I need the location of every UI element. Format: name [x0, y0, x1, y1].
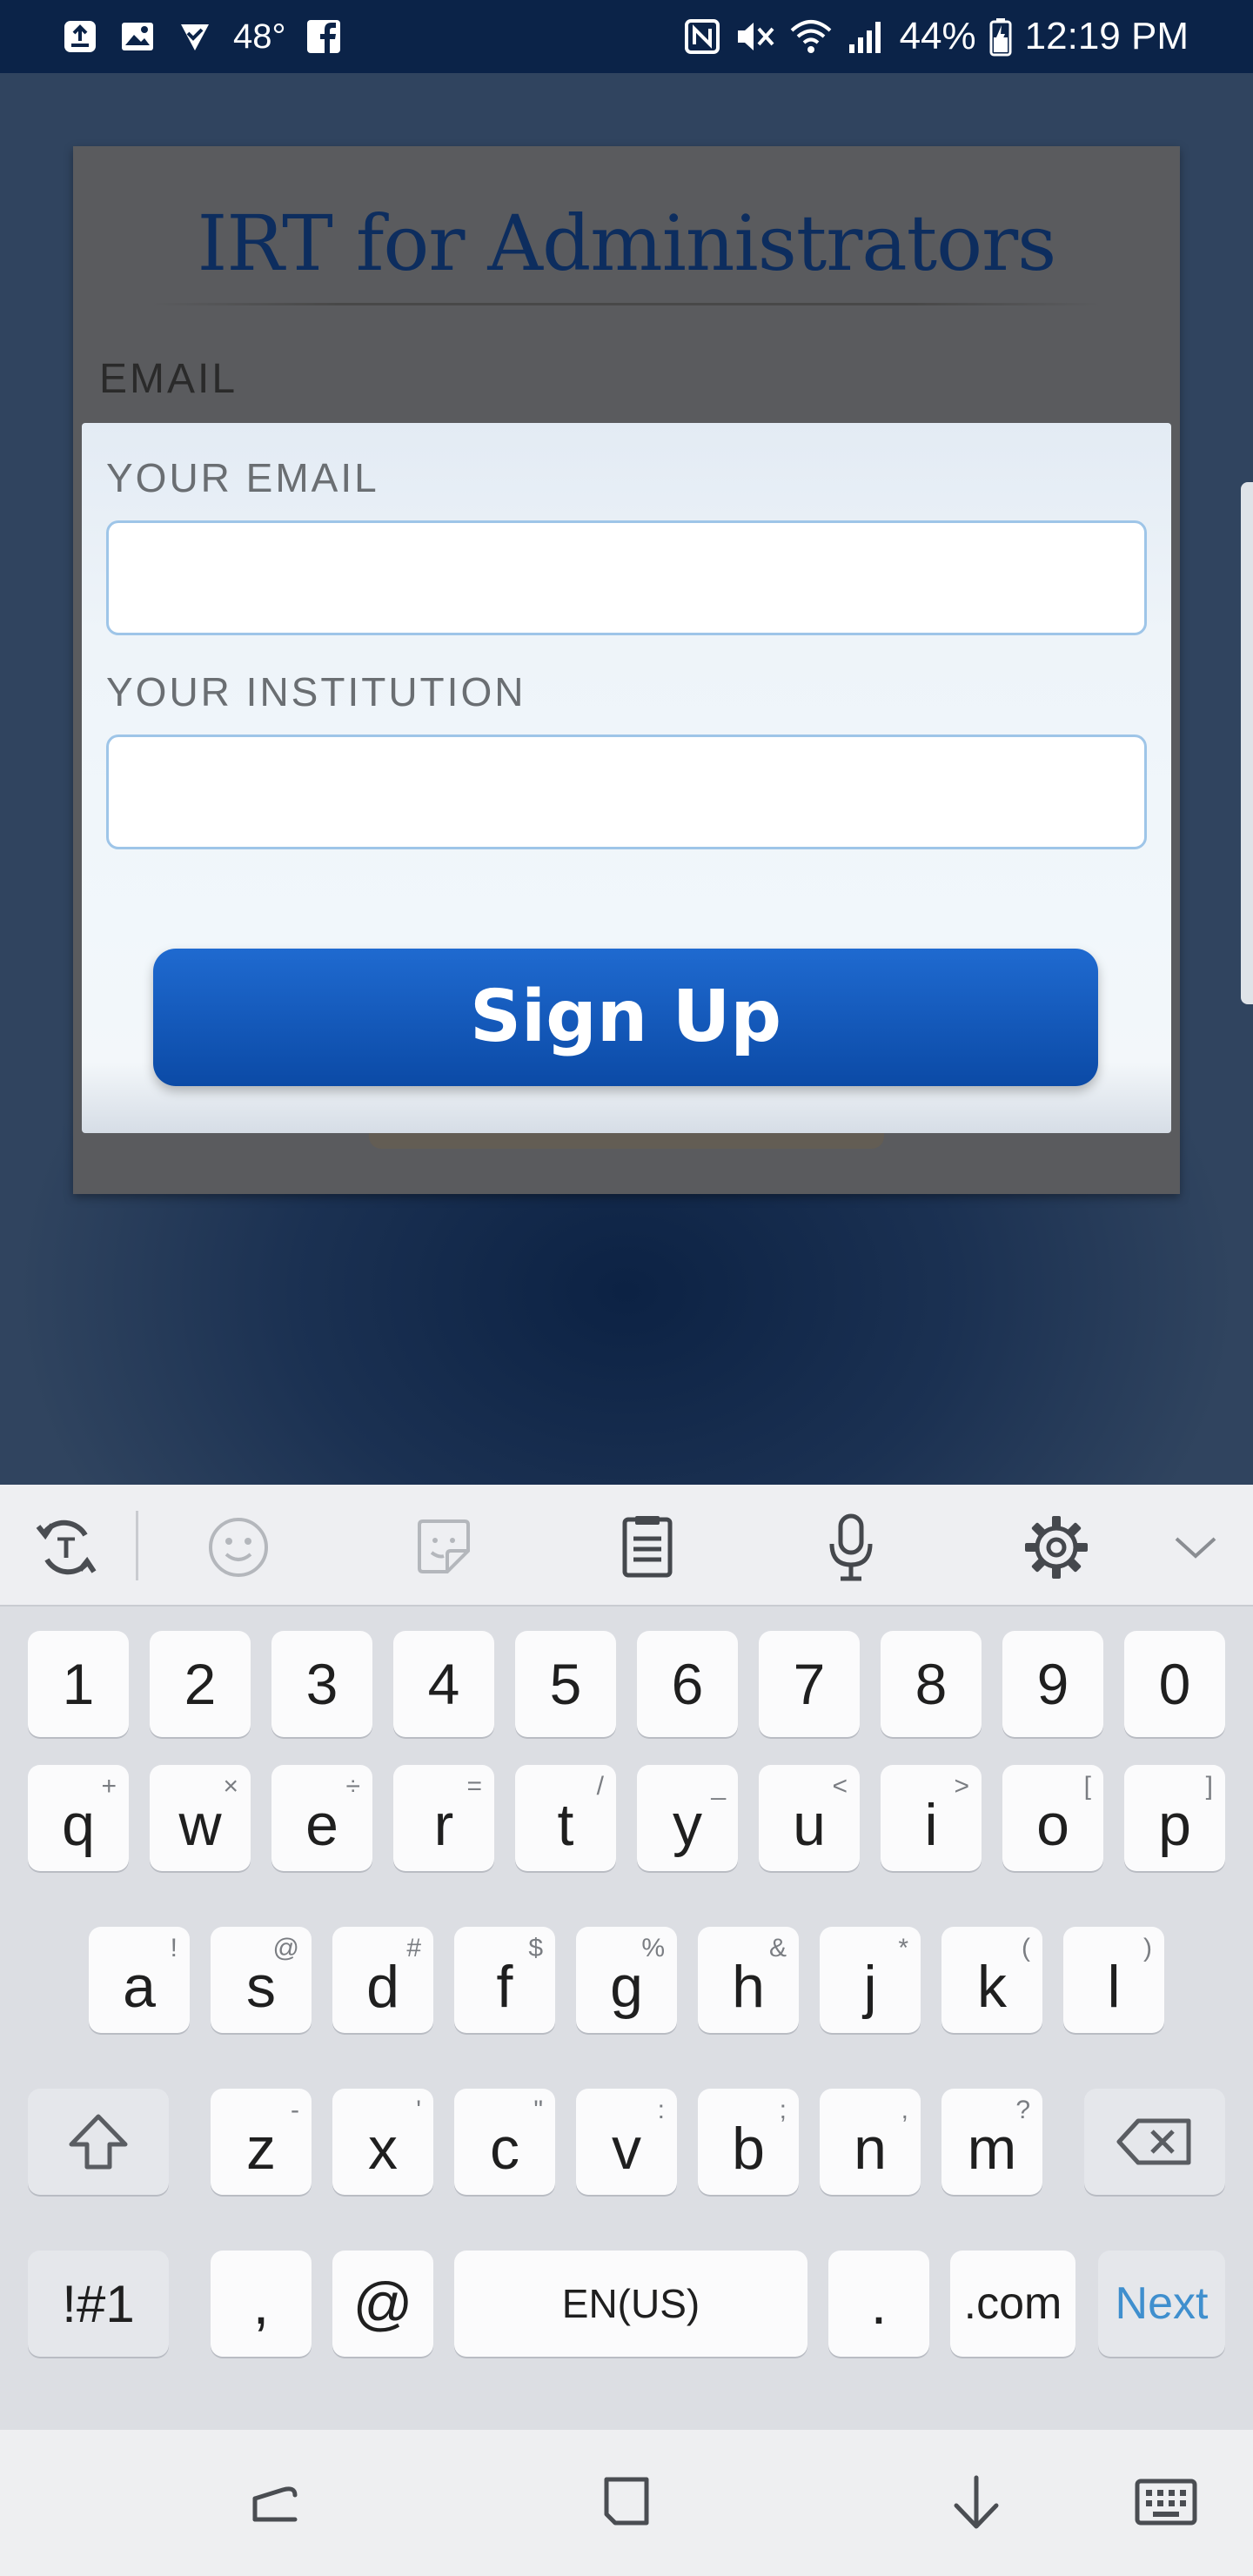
wifi-icon: [788, 17, 834, 57]
upload-notification-icon: [61, 17, 99, 56]
clock: 12:19 PM: [1024, 15, 1189, 57]
key-f[interactable]: $ f: [454, 1927, 555, 2033]
navigation-bar: [0, 2430, 1253, 2576]
download-check-icon: [176, 17, 214, 56]
email-field[interactable]: [106, 520, 1147, 635]
mute-icon: [734, 17, 776, 57]
institution-field[interactable]: [106, 735, 1147, 849]
nfc-icon: [682, 17, 722, 57]
gallery-icon: [118, 17, 157, 56]
key-8[interactable]: 8: [881, 1631, 982, 1737]
signup-modal: YOUR EMAIL YOUR INSTITUTION Sign Up: [82, 423, 1171, 1133]
recents-icon[interactable]: [237, 2465, 313, 2541]
at-key[interactable]: @: [332, 2251, 433, 2357]
battery-icon: [988, 17, 1013, 57]
clipboard-icon[interactable]: [611, 1511, 684, 1584]
institution-field-label: YOUR INSTITUTION: [106, 669, 526, 714]
key-6[interactable]: 6: [637, 1631, 738, 1737]
dotcom-key[interactable]: .com: [950, 2251, 1075, 2357]
key-n[interactable]: ,n: [820, 2089, 921, 2195]
key-h[interactable]: & h: [698, 1927, 799, 2033]
svg-text:T: T: [57, 1532, 76, 1565]
key-l[interactable]: ) l: [1063, 1927, 1164, 2033]
status-bar: 48° 44% 12:19 PM: [0, 0, 1253, 73]
keyboard-toolbar: T: [0, 1485, 1253, 1607]
signal-icon: [846, 17, 888, 57]
key-d[interactable]: # d: [332, 1927, 433, 2033]
keyboard-switch-icon[interactable]: [1128, 2465, 1204, 2541]
key-s[interactable]: @ s: [211, 1927, 312, 2033]
sign-up-button[interactable]: Sign Up: [153, 949, 1098, 1086]
next-key[interactable]: Next: [1098, 2251, 1225, 2357]
key-t[interactable]: / t: [515, 1765, 616, 1871]
scrollbar[interactable]: [1241, 482, 1253, 1004]
key-c[interactable]: " c: [454, 2089, 555, 2195]
key-e[interactable]: ÷ e: [271, 1765, 372, 1871]
key-j[interactable]: * j: [820, 1927, 921, 2033]
space-bar[interactable]: EN(US): [454, 2251, 807, 2357]
key-0[interactable]: 0: [1124, 1631, 1225, 1737]
key-y[interactable]: _ y: [637, 1765, 738, 1871]
key-1[interactable]: 1: [28, 1631, 129, 1737]
key-u[interactable]: < u: [759, 1765, 860, 1871]
shift-key[interactable]: [28, 2089, 169, 2195]
key-v[interactable]: :v: [576, 2089, 677, 2195]
key-5[interactable]: 5: [515, 1631, 616, 1737]
shift-icon: [28, 2089, 169, 2195]
key-a[interactable]: ! a: [89, 1927, 190, 2033]
key-b[interactable]: ; b: [698, 2089, 799, 2195]
key-9[interactable]: 9: [1002, 1631, 1103, 1737]
key-r[interactable]: = r: [393, 1765, 494, 1871]
facebook-icon: [305, 18, 342, 55]
text-mode-icon[interactable]: T: [30, 1511, 103, 1584]
comma-key[interactable]: ,: [211, 2251, 312, 2357]
key-k[interactable]: (k: [941, 1927, 1042, 2033]
settings-gear-icon[interactable]: [1020, 1511, 1093, 1584]
symbols-key[interactable]: !#1: [28, 2251, 169, 2357]
home-icon[interactable]: [588, 2465, 665, 2541]
key-2[interactable]: 2: [150, 1631, 251, 1737]
key-z[interactable]: -z: [211, 2089, 312, 2195]
key-g[interactable]: % g: [576, 1927, 677, 2033]
page-title: IRT for Administrators: [197, 198, 1057, 288]
key-p[interactable]: ] p: [1124, 1765, 1225, 1871]
email-field-label: YOUR EMAIL: [106, 455, 379, 500]
key-w[interactable]: × w: [150, 1765, 251, 1871]
key-q[interactable]: + q: [28, 1765, 129, 1871]
microphone-icon[interactable]: [814, 1511, 888, 1584]
key-4[interactable]: 4: [393, 1631, 494, 1737]
weather-temperature: 48°: [233, 17, 286, 56]
key-m[interactable]: ? m: [941, 2089, 1042, 2195]
period-key[interactable]: .: [828, 2251, 929, 2357]
emoji-icon[interactable]: [202, 1511, 275, 1584]
sticker-icon[interactable]: [407, 1511, 480, 1584]
backspace-key[interactable]: [1084, 2089, 1225, 2195]
hide-keyboard-icon[interactable]: [938, 2465, 1015, 2541]
key-3[interactable]: 3: [271, 1631, 372, 1737]
key-i[interactable]: > i: [881, 1765, 982, 1871]
key-x[interactable]: ' x: [332, 2089, 433, 2195]
title-divider: [151, 303, 1102, 305]
toolbar-divider: [136, 1511, 138, 1580]
soft-keyboard: T 1 2 3 4 5 6 7 8 9 0 + q × w ÷ e = r / t _ y …: [0, 1485, 1253, 2430]
collapse-chevron-icon[interactable]: [1159, 1511, 1232, 1584]
key-7[interactable]: 7: [759, 1631, 860, 1737]
key-o[interactable]: [o: [1002, 1765, 1103, 1871]
battery-percent: 44%: [899, 15, 976, 57]
backspace-icon: [1084, 2089, 1225, 2195]
login-email-label: EMAIL: [99, 356, 238, 402]
